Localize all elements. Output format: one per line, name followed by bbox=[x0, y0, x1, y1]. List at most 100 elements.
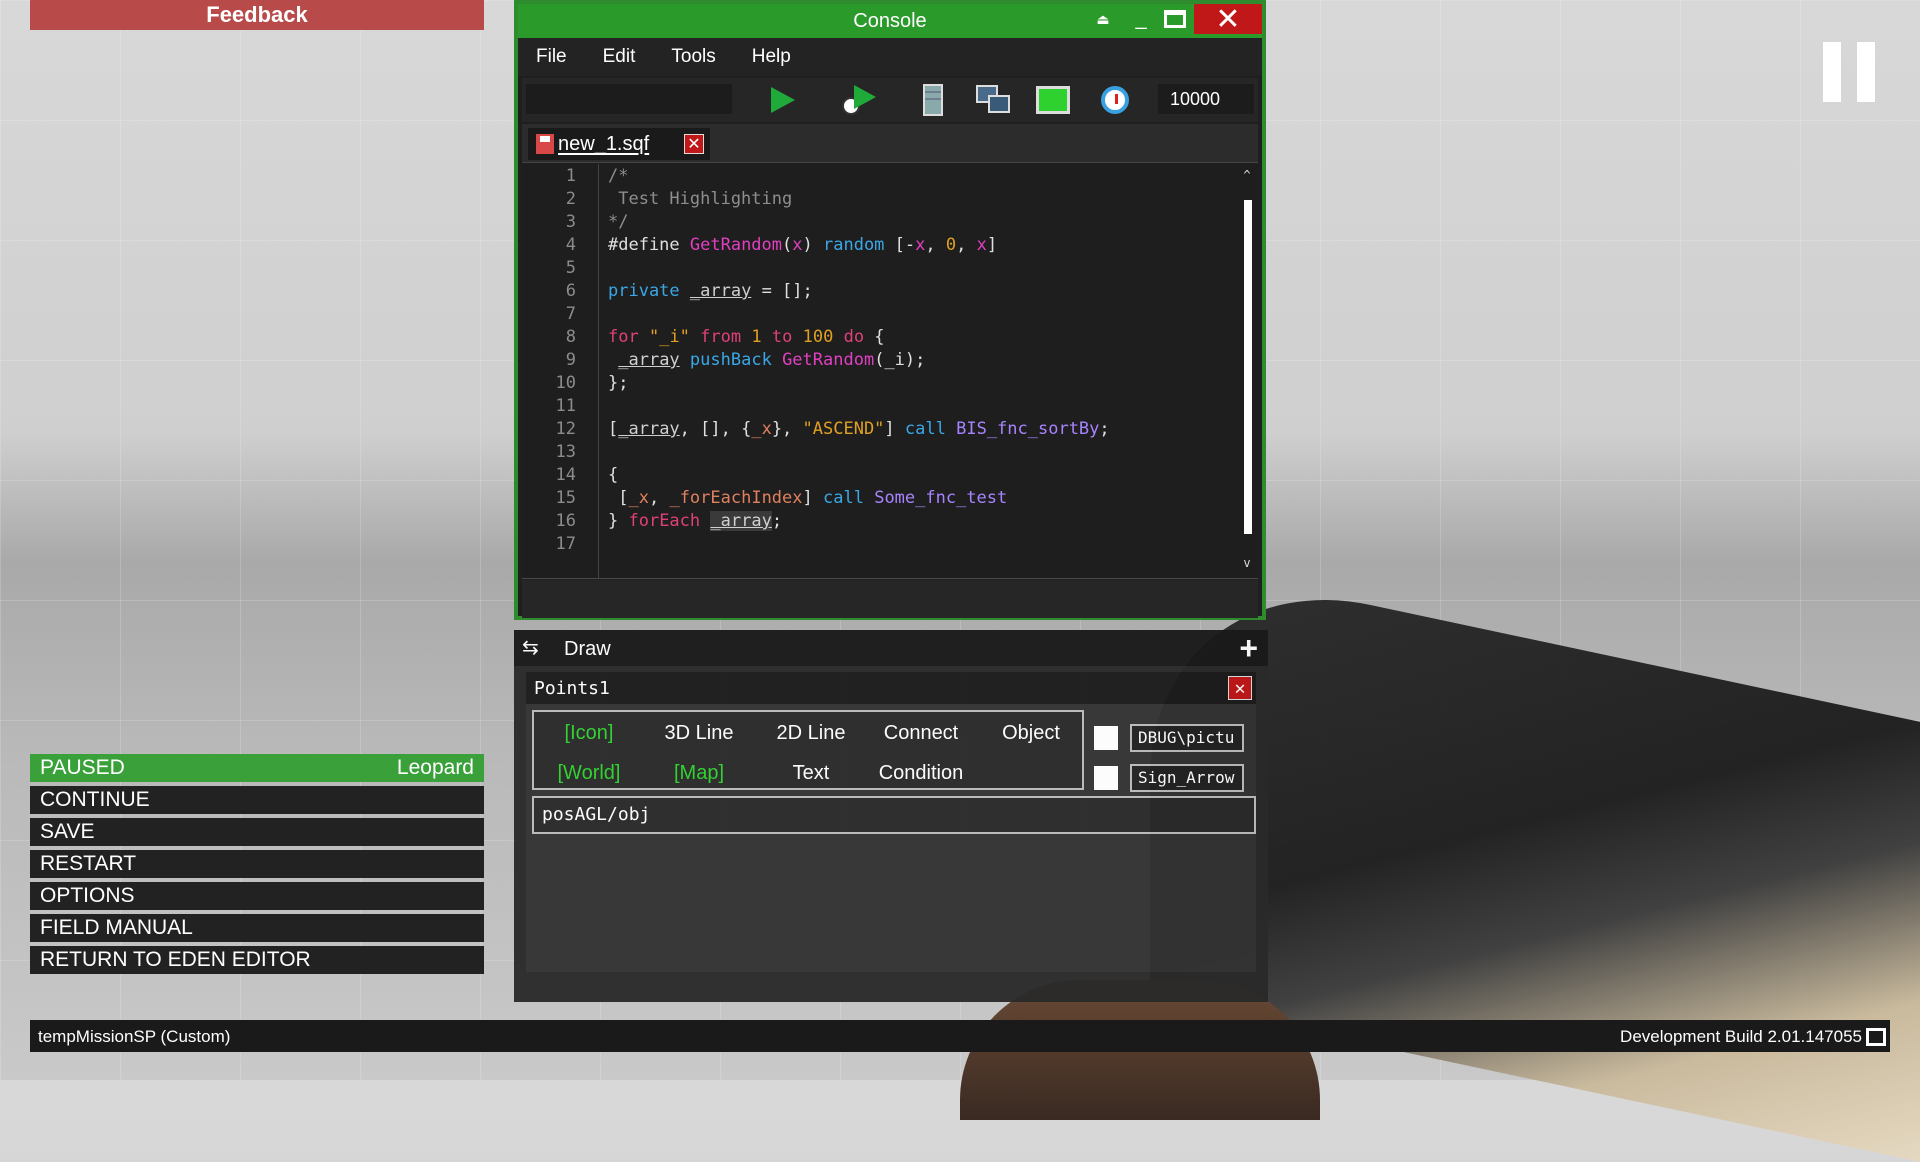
scroll-up-icon[interactable]: ^ bbox=[1240, 168, 1254, 182]
code-token: _forEachIndex bbox=[669, 488, 803, 508]
scroll-down-icon[interactable]: v bbox=[1240, 556, 1254, 570]
run-icon[interactable] bbox=[764, 82, 802, 118]
code-line: [_x, _forEachIndex] call Some_fnc_test bbox=[608, 488, 1007, 508]
code-line: Test Highlighting bbox=[608, 189, 792, 209]
points-header: Points1 ✕ bbox=[526, 672, 1256, 704]
player-name: Leopard bbox=[396, 756, 474, 779]
toolbar-input[interactable] bbox=[526, 84, 732, 114]
code-token: Test Highlighting bbox=[608, 189, 793, 209]
menu-file[interactable]: File bbox=[518, 46, 585, 68]
menu-help[interactable]: Help bbox=[734, 46, 809, 68]
code-token: 100 bbox=[802, 327, 834, 347]
mode-icon[interactable]: [Icon] bbox=[534, 722, 644, 745]
texture2-field[interactable]: Sign_Arrow bbox=[1130, 764, 1244, 792]
options-button[interactable]: OPTIONS bbox=[30, 882, 484, 910]
restart-button[interactable]: RESTART bbox=[30, 850, 484, 878]
mode-text[interactable]: Text bbox=[756, 762, 866, 785]
code-line: private _array = []; bbox=[608, 281, 813, 301]
code-token: 1 bbox=[751, 327, 762, 347]
line-number: 1 bbox=[565, 166, 576, 186]
build-version: Development Build 2.01.147055 bbox=[1620, 1027, 1862, 1046]
eject-icon[interactable]: ⏏ bbox=[1090, 4, 1116, 34]
code-token: ( bbox=[782, 235, 793, 255]
build-icon bbox=[1866, 1028, 1886, 1046]
line-number: 14 bbox=[555, 465, 576, 485]
tab-close-button[interactable]: ✕ bbox=[684, 134, 704, 154]
iterations-field[interactable]: 10000 bbox=[1158, 84, 1254, 114]
code-token: from bbox=[700, 327, 742, 347]
menu-edit[interactable]: Edit bbox=[585, 46, 654, 68]
mode-3d-line[interactable]: 3D Line bbox=[644, 722, 754, 745]
mission-name: tempMissionSP (Custom) bbox=[38, 1027, 231, 1046]
pause-icon bbox=[1823, 42, 1875, 102]
tab-bar: new_1.sqf ✕ bbox=[522, 124, 1258, 163]
code-token: /* bbox=[608, 166, 629, 186]
line-number: 4 bbox=[565, 235, 576, 255]
line-number: 17 bbox=[555, 534, 576, 554]
swap-icon[interactable]: ⇆ bbox=[522, 638, 548, 658]
line-number-gutter: 1 2 3 4 5 6 7 8 9 10 11 12 13 14 15 16 17 bbox=[522, 164, 599, 578]
scrollbar-thumb[interactable] bbox=[1244, 200, 1252, 534]
code-token: - bbox=[904, 235, 916, 255]
continue-button[interactable]: CONTINUE bbox=[30, 786, 484, 814]
draw-header: ⇆ Draw + bbox=[514, 630, 1268, 666]
code-line: for "_i" from 1 to 100 do { bbox=[608, 327, 885, 347]
timed-run-icon[interactable] bbox=[840, 82, 878, 118]
pause-header: PAUSED Leopard bbox=[30, 754, 484, 782]
close-button[interactable]: ✕ bbox=[1194, 3, 1262, 36]
mode-2d-line[interactable]: 2D Line bbox=[756, 722, 866, 745]
maximize-icon bbox=[1164, 10, 1186, 28]
mode-map[interactable]: [Map] bbox=[644, 762, 754, 785]
save-button[interactable]: SAVE bbox=[30, 818, 484, 846]
return-to-eden-button[interactable]: RETURN TO EDEN EDITOR bbox=[30, 946, 484, 974]
mode-object[interactable]: Object bbox=[976, 722, 1086, 745]
code-token: [ bbox=[608, 419, 619, 439]
points-title: Points1 bbox=[534, 678, 610, 699]
code-token: (_i); bbox=[874, 350, 926, 370]
texture1-checkbox[interactable] bbox=[1094, 726, 1118, 750]
texture2-checkbox[interactable] bbox=[1094, 766, 1118, 790]
mode-condition[interactable]: Condition bbox=[866, 762, 976, 785]
code-token: , bbox=[956, 235, 977, 255]
line-number: 2 bbox=[565, 189, 576, 209]
code-editor[interactable]: 1 2 3 4 5 6 7 8 9 10 11 12 13 14 15 16 17 /* Test Highli… bbox=[522, 164, 1258, 579]
code-line: #define GetRandom(x) random [-x, 0, x] bbox=[608, 235, 997, 255]
line-number: 16 bbox=[555, 511, 576, 531]
code-token: _x bbox=[628, 488, 649, 508]
code-token: BIS_fnc_sortBy bbox=[956, 419, 1100, 439]
code-token: _array bbox=[618, 419, 680, 439]
menu-tools[interactable]: Tools bbox=[653, 46, 733, 68]
code-token: #define bbox=[608, 235, 690, 255]
code-token: x bbox=[915, 235, 926, 255]
editor-scrollbar[interactable]: ^ v bbox=[1240, 168, 1254, 570]
code-token: { bbox=[608, 465, 619, 485]
remote-exec-icon[interactable] bbox=[974, 82, 1012, 118]
monitor-icon[interactable] bbox=[1034, 82, 1072, 118]
minimize-button[interactable]: _ bbox=[1128, 4, 1154, 34]
maximize-button[interactable] bbox=[1160, 4, 1190, 34]
tab-new-1-sqf[interactable]: new_1.sqf ✕ bbox=[528, 128, 710, 160]
points-close-button[interactable]: ✕ bbox=[1228, 676, 1252, 700]
mode-connect[interactable]: Connect bbox=[866, 722, 976, 745]
add-icon[interactable]: + bbox=[1239, 632, 1258, 664]
mode-world[interactable]: [World] bbox=[534, 762, 644, 785]
field-manual-button[interactable]: FIELD MANUAL bbox=[30, 914, 484, 942]
code-token: { bbox=[864, 327, 885, 347]
position-field[interactable]: posAGL/obj bbox=[532, 796, 1256, 834]
stopwatch-icon[interactable] bbox=[1096, 82, 1134, 118]
feedback-button[interactable]: Feedback bbox=[30, 0, 484, 30]
console-titlebar[interactable]: Console ⏏ _ ✕ bbox=[518, 3, 1262, 38]
code-line: { bbox=[608, 465, 618, 485]
server-icon[interactable] bbox=[914, 82, 952, 118]
code-token: GetRandom bbox=[782, 350, 875, 370]
code-token: = []; bbox=[751, 281, 813, 301]
texture1-field[interactable]: DBUG\pictu bbox=[1130, 724, 1244, 752]
